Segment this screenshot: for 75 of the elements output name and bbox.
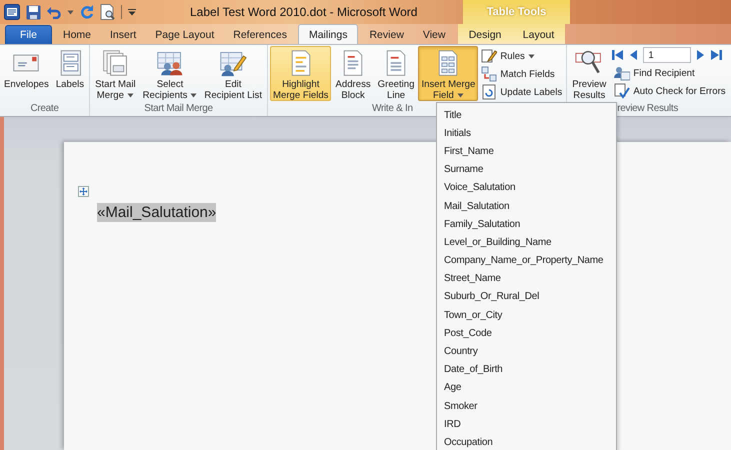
save-icon[interactable]: [26, 4, 41, 20]
menu-item[interactable]: Mail_Salutation: [437, 196, 616, 216]
find-person-icon: [614, 65, 630, 81]
window-title: Label Test Word 2010.dot - Microsoft Word: [190, 5, 418, 19]
group-label: Write & In: [372, 103, 413, 114]
menu-item[interactable]: Voice_Salutation: [437, 178, 616, 197]
caret-icon: [456, 93, 464, 98]
ribbon-button[interactable]: Insert Merge Field: [418, 46, 478, 101]
menu-item[interactable]: Surname: [437, 160, 616, 179]
ribbon-button[interactable]: Preview Results: [569, 46, 610, 101]
menu-item[interactable]: Level_or_Building_Name: [437, 233, 616, 252]
match-fields-icon: [481, 66, 498, 82]
ribbon-button[interactable]: Highlight Merge Fields: [270, 46, 332, 101]
menu-item[interactable]: IRD: [437, 415, 616, 434]
menu-item[interactable]: Post_Code: [437, 324, 616, 342]
ribbon-button[interactable]: Edit Recipient List: [201, 46, 266, 101]
ribbon-tab[interactable]: References: [225, 25, 295, 44]
menu-item[interactable]: Age: [437, 378, 616, 397]
customize-caret-icon[interactable]: [128, 8, 136, 16]
menu-item[interactable]: First_Name: [437, 142, 616, 161]
ribbon-tab[interactable]: Design: [460, 25, 510, 44]
table-move-handle-icon[interactable]: [78, 186, 89, 197]
menu-item[interactable]: Street_Name: [437, 270, 616, 288]
undo-icon[interactable]: [47, 6, 61, 18]
ribbon-button[interactable]: Address Block: [332, 46, 374, 101]
group-label: Start Mail Merge: [144, 103, 213, 114]
menu-item[interactable]: Title: [437, 106, 616, 124]
menu-item[interactable]: Suburb_Or_Rural_Del: [437, 288, 616, 306]
print-preview-icon[interactable]: [100, 4, 115, 20]
merge-field: «Mail_Salutation»: [97, 203, 216, 222]
group-label: Create: [30, 103, 59, 114]
record-number-field[interactable]: 1: [643, 47, 692, 63]
menu-item[interactable]: Family_Salutation: [437, 215, 616, 234]
ribbon-button[interactable]: Select Recipients: [140, 46, 200, 101]
caret-icon: [190, 93, 198, 98]
update-icon: [481, 84, 498, 100]
caret-icon: [528, 54, 535, 58]
ribbon-button[interactable]: Greeting Line: [374, 46, 418, 101]
check-document-icon: [614, 83, 630, 99]
ribbon-button[interactable]: Auto Check for Errors: [612, 82, 728, 100]
recipients-icon: [156, 49, 184, 77]
menu-item[interactable]: Date_of_Birth: [437, 360, 616, 379]
menu-item[interactable]: Town_or_City: [437, 306, 616, 324]
documents-icon: [101, 49, 130, 77]
menu-item[interactable]: Smoker: [437, 397, 616, 416]
contextual-tab-group-label: Table Tools: [486, 6, 546, 18]
caret-icon: [67, 10, 74, 14]
ribbon-tab[interactable]: Home: [55, 25, 100, 44]
last-record-icon[interactable]: [711, 49, 722, 61]
ribbon-button[interactable]: Start Mail Merge: [92, 46, 139, 101]
group-label: review Results: [617, 103, 678, 114]
previous-record-icon[interactable]: [629, 49, 638, 61]
menu-item[interactable]: Occupation: [437, 433, 616, 450]
caret-icon: [126, 93, 134, 98]
menu-item[interactable]: Country: [437, 342, 616, 361]
ribbon-tab[interactable]: Mailings: [298, 24, 358, 44]
next-record-icon[interactable]: [697, 49, 706, 61]
file-tab[interactable]: File: [5, 25, 52, 44]
rules-icon: [481, 48, 498, 64]
edit-list-icon: [219, 49, 248, 77]
first-record-icon[interactable]: [612, 49, 624, 61]
ribbon-tab[interactable]: Layout: [514, 25, 562, 44]
ribbon-button[interactable]: Update Labels: [479, 83, 564, 101]
ribbon-button[interactable]: Labels: [52, 46, 88, 101]
ribbon-tab[interactable]: Insert: [102, 25, 144, 44]
ribbon-button[interactable]: Match Fields: [479, 65, 564, 83]
word-app-icon: [4, 4, 20, 20]
ribbon-tab[interactable]: View: [414, 25, 454, 44]
ribbon-button[interactable]: Rules: [479, 47, 564, 65]
menu-item[interactable]: Initials: [437, 124, 616, 142]
ribbon-button[interactable]: Envelopes: [1, 46, 52, 101]
ribbon-tab[interactable]: Review: [361, 25, 412, 44]
ribbon-button[interactable]: Find Recipient: [612, 64, 728, 82]
menu-item[interactable]: Company_Name_or_Property_Name: [437, 252, 616, 270]
ribbon-tab[interactable]: Page Layout: [147, 25, 222, 44]
